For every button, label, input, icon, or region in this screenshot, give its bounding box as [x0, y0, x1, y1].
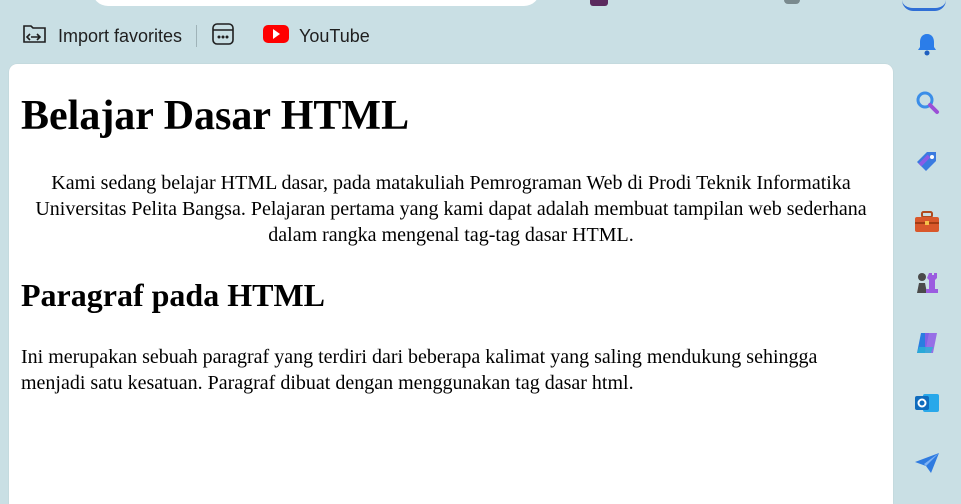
address-bar[interactable] — [92, 0, 540, 6]
sidebar-notifications[interactable] — [912, 31, 942, 61]
send-icon — [913, 450, 941, 481]
favorites-divider — [196, 25, 198, 47]
toolbar-icon[interactable] — [784, 0, 800, 4]
web-page: Belajar Dasar HTML Kami sedang belajar H… — [9, 64, 893, 504]
sidebar-shopping[interactable] — [912, 149, 942, 179]
section-heading: Paragraf pada HTML — [21, 277, 325, 313]
favorite-youtube[interactable]: YouTube — [257, 21, 376, 51]
page-heading: Belajar Dasar HTML — [21, 93, 410, 139]
sidebar-games[interactable] — [912, 270, 942, 300]
toolbox-icon — [913, 210, 941, 239]
favorite-import[interactable]: Import favorites — [16, 21, 188, 51]
chess-icon — [913, 269, 941, 302]
youtube-icon — [263, 24, 290, 49]
copilot-icon — [913, 329, 941, 362]
import-folder-icon — [22, 22, 48, 51]
sidebar-outlook[interactable] — [912, 390, 942, 420]
favorite-apps[interactable] — [205, 21, 241, 51]
section-paragraph: Ini merupakan sebuah paragraf yang terdi… — [21, 346, 818, 394]
tag-icon — [914, 149, 940, 180]
favorites-bar: Import favorites YouTube — [0, 18, 896, 54]
search-icon — [914, 89, 940, 120]
sidebar-copilot[interactable] — [912, 330, 942, 360]
extension-icon[interactable] — [590, 0, 608, 6]
outlook-icon — [913, 389, 941, 422]
favorite-label-import: Import favorites — [58, 25, 183, 46]
favorite-label-youtube: YouTube — [299, 25, 370, 46]
sidebar-send[interactable] — [912, 450, 942, 480]
edge-sidebar — [896, 0, 961, 495]
apps-icon — [211, 22, 235, 51]
sidebar-tools[interactable] — [912, 209, 942, 239]
intro-paragraph: Kami sedang belajar HTML dasar, pada mat… — [35, 172, 867, 246]
bell-icon — [914, 31, 940, 62]
sidebar-search[interactable] — [912, 89, 942, 119]
